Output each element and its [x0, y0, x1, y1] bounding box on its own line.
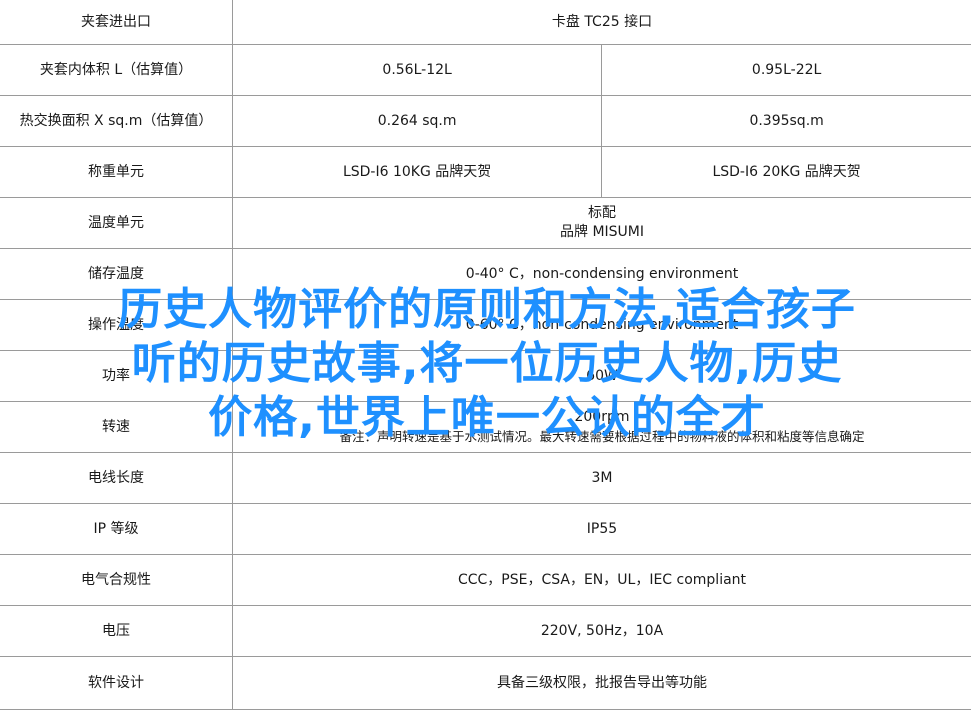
row-value: 3M: [232, 452, 971, 504]
row-label: 电压: [0, 605, 233, 657]
row-value: IP55: [232, 503, 971, 555]
row-label: 夹套内体积 L（估算值）: [0, 44, 233, 96]
row-value: 220V, 50Hz，10A: [232, 605, 971, 657]
row-value: 0.395sq.m: [601, 95, 971, 147]
row-label: IP 等级: [0, 503, 233, 555]
overlay-line: 听的历史故事,将一位历史人物,历史: [131, 338, 843, 389]
row-value: 0.56L-12L: [232, 44, 603, 96]
overlay-headline: 历史人物评价的原则和方法,适合孩子 听的历史故事,将一位历史人物,历史 价格,世…: [22, 283, 952, 445]
row-value: LSD-I6 10KG 品牌天贺: [232, 146, 603, 198]
row-label: 电气合规性: [0, 554, 233, 606]
table-row: 电气合规性 CCC，PSE，CSA，EN，UL，IEC compliant: [0, 554, 971, 606]
table-row: IP 等级 IP55: [0, 503, 971, 555]
row-value: 0.95L-22L: [601, 44, 971, 96]
table-row: 称重单元 LSD-I6 10KG 品牌天贺 LSD-I6 20KG 品牌天贺: [0, 146, 971, 198]
table-row: 温度单元 标配 品牌 MISUMI: [0, 197, 971, 249]
row-label: 夹套进出口: [0, 0, 233, 45]
table-row: 夹套内体积 L（估算值） 0.56L-12L 0.95L-22L: [0, 44, 971, 96]
row-label: 温度单元: [0, 197, 233, 249]
row-value-line: 标配: [588, 205, 616, 221]
row-value: 0.264 sq.m: [232, 95, 603, 147]
row-label: 电线长度: [0, 452, 233, 504]
row-label: 称重单元: [0, 146, 233, 198]
row-value: CCC，PSE，CSA，EN，UL，IEC compliant: [232, 554, 971, 606]
table-row: 电压 220V, 50Hz，10A: [0, 605, 971, 657]
overlay-line: 历史人物评价的原则和方法,适合孩子: [118, 284, 856, 335]
table-row: 软件设计 具备三级权限，批报告导出等功能: [0, 656, 971, 710]
overlay-line: 价格,世界上唯一公认的全才: [208, 392, 766, 443]
table-row: 电线长度 3M: [0, 452, 971, 504]
row-value-line: 品牌 MISUMI: [560, 224, 644, 240]
row-value: 标配 品牌 MISUMI: [232, 197, 971, 249]
table-row: 热交换面积 X sq.m（估算值） 0.264 sq.m 0.395sq.m: [0, 95, 971, 147]
row-value: LSD-I6 20KG 品牌天贺: [601, 146, 971, 198]
row-label: 软件设计: [0, 656, 233, 710]
row-value: 具备三级权限，批报告导出等功能: [232, 656, 971, 710]
table-row: 夹套进出口 卡盘 TC25 接口: [0, 0, 971, 45]
row-value: 卡盘 TC25 接口: [232, 0, 971, 45]
row-label: 热交换面积 X sq.m（估算值）: [0, 95, 233, 147]
